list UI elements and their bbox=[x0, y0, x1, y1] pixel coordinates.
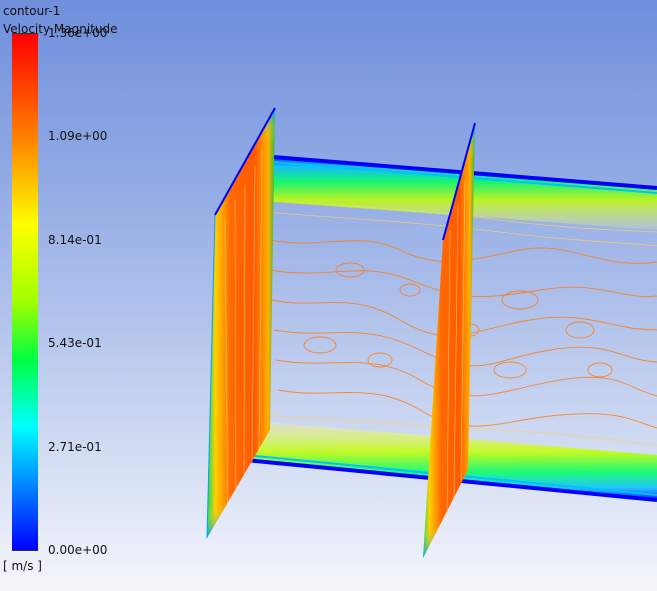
legend-tick: 2.71e-01 bbox=[48, 440, 102, 454]
legend-tick-min: 0.00e+00 bbox=[48, 543, 108, 557]
legend-tick: 1.09e+00 bbox=[48, 129, 108, 143]
graphics-viewport[interactable]: contour-1 Velocity Magnitude 1.36e+00 1.… bbox=[0, 0, 657, 591]
contour-scene[interactable] bbox=[0, 0, 657, 591]
legend-tick: 8.14e-01 bbox=[48, 233, 102, 247]
color-legend-bar bbox=[12, 33, 38, 551]
contour-title: contour-1 bbox=[3, 4, 61, 18]
legend-tick: 5.43e-01 bbox=[48, 336, 102, 350]
inlet-plane bbox=[206, 107, 276, 539]
legend-tick-max: 1.36e+00 bbox=[48, 26, 108, 40]
units-label: [ m/s ] bbox=[3, 559, 42, 573]
